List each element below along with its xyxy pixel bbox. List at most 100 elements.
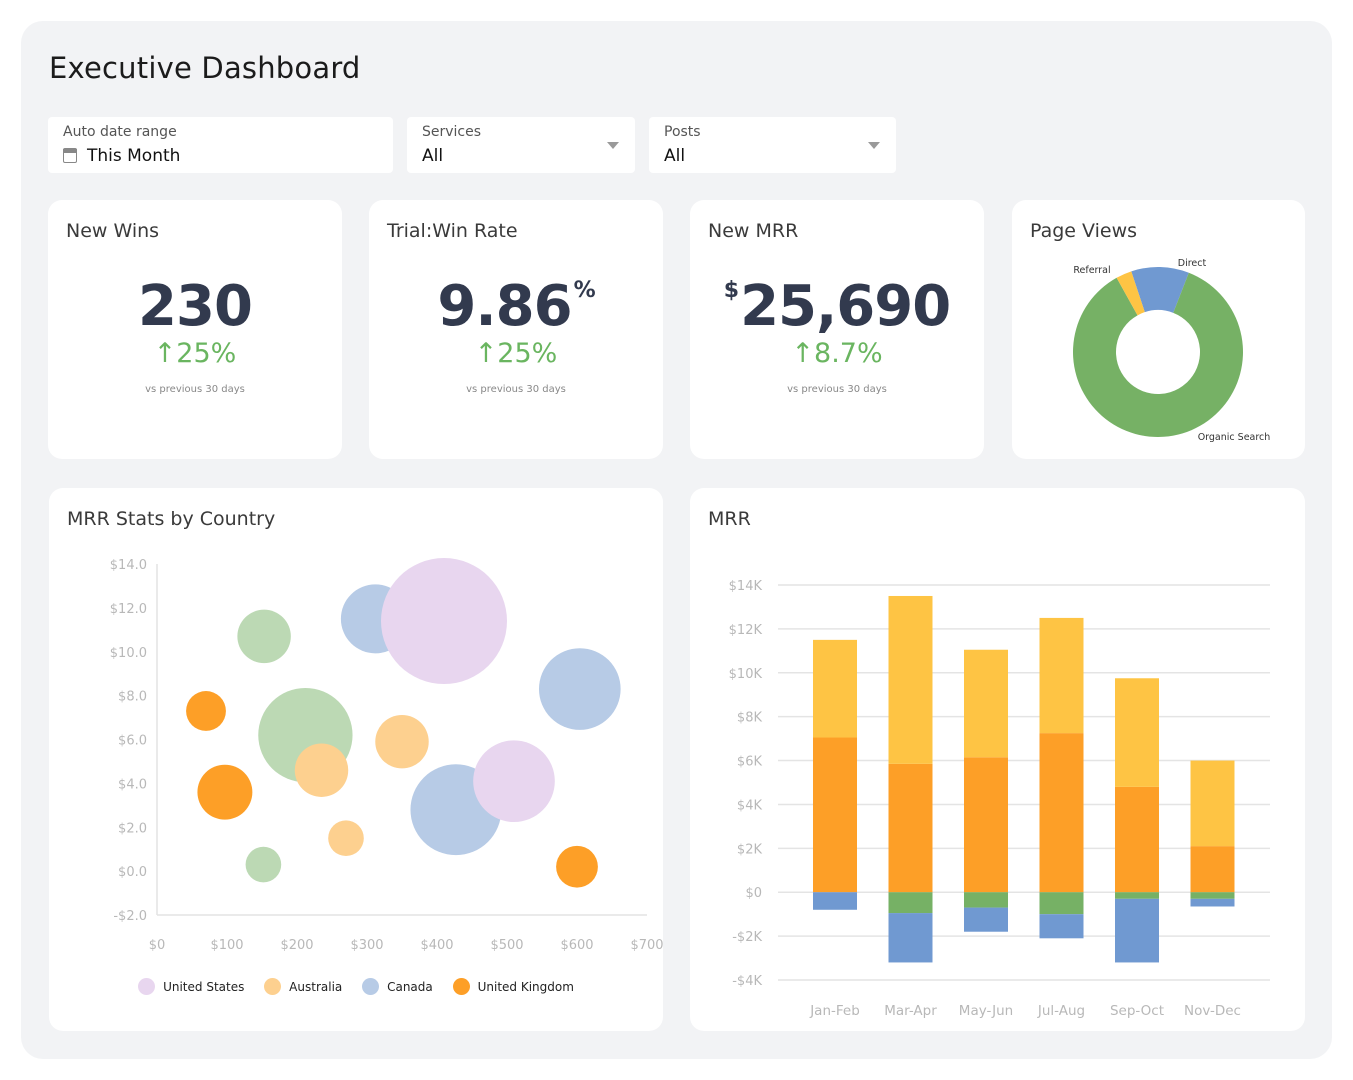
legend-item[interactable]: United Kingdom: [452, 978, 574, 995]
donut-label: Direct: [1178, 258, 1207, 269]
x-tick-label: Nov-Dec: [1184, 1003, 1241, 1019]
services-filter[interactable]: Services All: [407, 117, 635, 173]
kpi-value: $25,690: [690, 274, 984, 339]
mrr-card: MRR $14K $12K $10K $8K $6K $4K $2K $0 -$2K -$4K Ja…: [690, 488, 1305, 1031]
legend-swatch: [138, 978, 156, 995]
bubble-united-kingdom: [186, 691, 226, 731]
legend-item[interactable]: Australia: [264, 978, 342, 995]
legend-label: United Kingdom: [477, 980, 574, 994]
y-tick-label: $10K: [729, 667, 763, 682]
legend-swatch: [264, 978, 282, 995]
kpi-card-trial-win-rate: Trial:Win Rate 9.86% ↑25% vs previous 30…: [369, 200, 663, 459]
calendar-icon: [63, 148, 77, 163]
mrr-by-country-card: MRR Stats by Country $14.0 $12.0 $10.0 $8.0…: [49, 488, 663, 1031]
y-tick-label: $6K: [737, 755, 763, 770]
dashboard-frame: Executive Dashboard Auto date range This…: [21, 21, 1332, 1059]
bar-segment-green: [1190, 892, 1235, 899]
bar-segment-yellow: [1115, 678, 1159, 787]
date-range-filter[interactable]: Auto date range This Month: [48, 117, 393, 173]
x-tick-label: $600: [560, 938, 593, 953]
y-tick-label: $14.0: [110, 558, 147, 573]
y-tick-label: $8K: [737, 711, 763, 726]
kpi-suffix: %: [573, 278, 596, 303]
kpi-prefix: $: [723, 278, 739, 303]
caret-down-icon[interactable]: [607, 142, 619, 149]
x-tick-label: $500: [490, 938, 523, 953]
bar-segment-green: [1115, 892, 1159, 899]
legend-item[interactable]: United States: [138, 978, 244, 995]
bar-segment-blue: [1039, 914, 1084, 939]
bubble-australia: [328, 820, 364, 857]
bar-segment-green: [888, 892, 933, 914]
bar-segment-yellow: [888, 595, 933, 764]
bar-segment-yellow: [1039, 617, 1084, 734]
services-label: Services: [422, 124, 482, 140]
y-tick-label: $0: [745, 886, 762, 901]
bar-segment-blue: [1190, 898, 1235, 907]
bar-segment-orange: [813, 737, 857, 893]
kpi-number: 230: [138, 274, 253, 339]
bar-segment-green: [1039, 892, 1084, 915]
caret-down-icon[interactable]: [868, 142, 880, 149]
y-tick-label: $12.0: [110, 602, 147, 617]
y-tick-label: $0.0: [118, 865, 147, 880]
x-tick-label: $300: [350, 938, 383, 953]
bar-segment-orange: [888, 763, 933, 893]
posts-filter[interactable]: Posts All: [649, 117, 896, 173]
legend-swatch: [452, 978, 470, 995]
bar-segment-orange: [1115, 786, 1159, 893]
y-tick-label: -$2.0: [113, 909, 147, 924]
x-tick-label: $100: [210, 938, 243, 953]
page-title: Executive Dashboard: [49, 51, 361, 85]
donut-label: Organic Search: [1198, 432, 1271, 443]
kpi-value: 230: [48, 274, 342, 339]
kpi-card-new-mrr: New MRR $25,690 ↑8.7% vs previous 30 day…: [690, 200, 984, 459]
services-value: All: [422, 146, 444, 166]
kpi-comparison: vs previous 30 days: [787, 384, 887, 395]
bar-segment-orange: [1039, 733, 1084, 893]
posts-value: All: [664, 146, 686, 166]
kpi-comparison: vs previous 30 days: [145, 384, 245, 395]
card-title: Trial:Win Rate: [387, 220, 518, 242]
bar-segment-yellow: [1190, 760, 1235, 847]
bar-segment-yellow: [964, 649, 1008, 758]
bubble-chart: $14.0 $12.0 $10.0 $8.0 $6.0 $4.0 $2.0 $0.0 -$2.0…: [110, 558, 663, 953]
kpi-delta: ↑8.7%: [791, 338, 883, 369]
kpi-value: 9.86%: [369, 274, 663, 339]
legend-label: United States: [163, 980, 245, 994]
bubble-united-kingdom: [556, 845, 598, 888]
x-tick-label: Mar-Apr: [884, 1003, 937, 1019]
bubble-united-kingdom: [197, 764, 253, 820]
y-tick-label: $14K: [729, 579, 763, 594]
y-tick-label: $4K: [737, 798, 763, 813]
legend-item[interactable]: Canada: [362, 978, 433, 995]
x-tick-label: May-Jun: [959, 1003, 1013, 1019]
kpi-number: 25,690: [740, 274, 951, 339]
legend-swatch: [362, 978, 380, 995]
bubble-canada: [538, 648, 621, 730]
bubble-united-states: [473, 740, 555, 823]
kpi-delta: ↑25%: [474, 338, 558, 369]
bar-segment-blue: [964, 907, 1008, 932]
mrr-stacked-bar-chart: $14K $12K $10K $8K $6K $4K $2K $0 -$2K -$4K Jan-Fe…: [729, 579, 1270, 1019]
bubble-united-states: [381, 558, 507, 685]
y-tick-label: $2.0: [118, 821, 147, 836]
legend-label: Australia: [289, 980, 343, 994]
y-tick-label: -$2K: [732, 930, 762, 945]
bubble-other: [237, 609, 291, 664]
x-tick-label: $200: [280, 938, 313, 953]
legend-label: Canada: [387, 980, 433, 994]
bar-segment-blue: [1115, 898, 1159, 963]
page-views-donut-chart: Direct Organic Search Referral: [1073, 258, 1271, 443]
bubble-other: [245, 846, 282, 883]
bar-segment-blue: [888, 913, 933, 963]
y-tick-label: $8.0: [118, 690, 147, 705]
kpi-comparison: vs previous 30 days: [466, 384, 566, 395]
bar-segment-orange: [964, 757, 1008, 893]
y-tick-label: $6.0: [118, 734, 147, 749]
kpi-number: 9.86: [437, 274, 572, 339]
bubble-australia: [375, 714, 429, 769]
card-title: New MRR: [708, 220, 799, 242]
y-tick-label: $10.0: [110, 646, 147, 661]
kpi-card-new-wins: New Wins 230 ↑25% vs previous 30 days: [48, 200, 342, 459]
